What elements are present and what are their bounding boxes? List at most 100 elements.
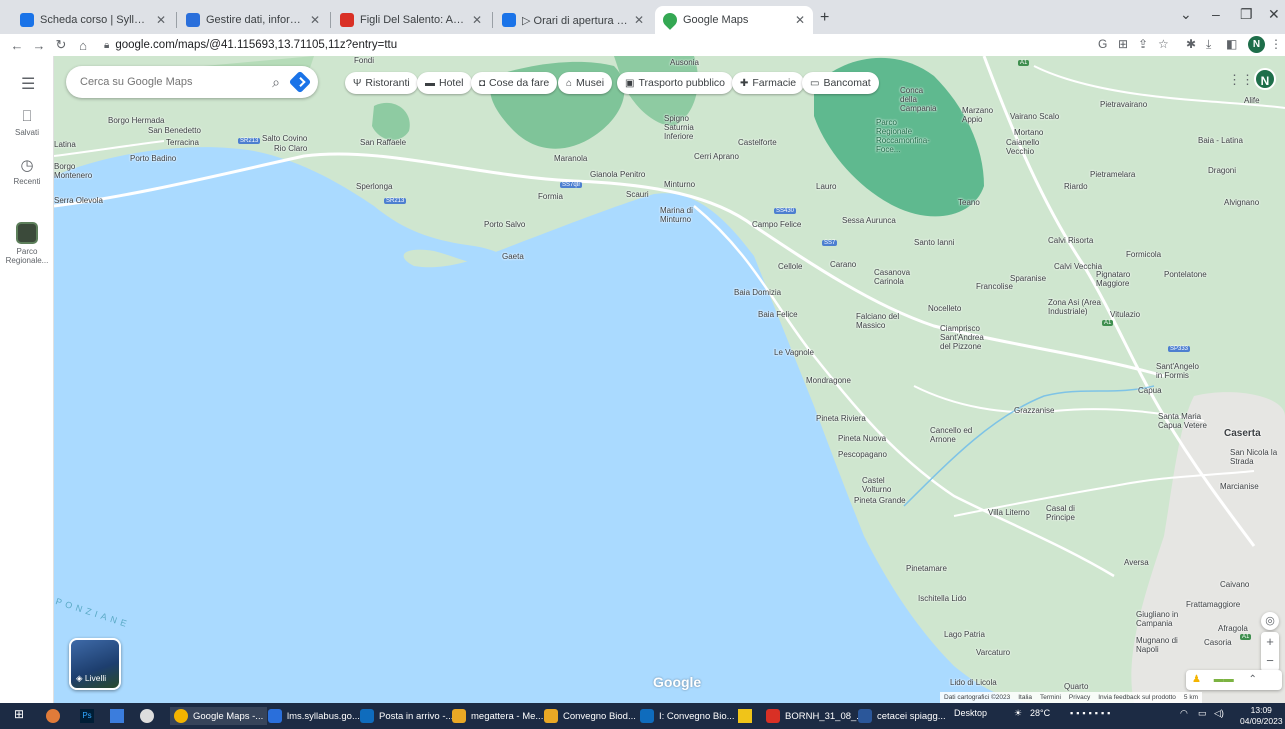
place-label[interactable]: Sparanise — [1010, 274, 1046, 283]
place-label[interactable]: Grazzanise — [1014, 406, 1054, 415]
chip-cose-da-fare[interactable]: ◘ Cose da fare — [471, 72, 558, 94]
window-close-icon[interactable]: ✕ — [1268, 6, 1280, 23]
place-label[interactable]: Zona Asi (Area Industriale) — [1048, 298, 1102, 316]
place-label[interactable]: Sant'Angelo in Formis — [1156, 362, 1200, 380]
place-label[interactable]: Mortano — [1014, 128, 1043, 137]
side-panel-icon[interactable]: ◧ — [1226, 37, 1237, 51]
place-label[interactable]: Le Vagnole — [774, 348, 814, 357]
place-label[interactable]: Quarto — [1064, 682, 1088, 691]
place-label[interactable]: Alife — [1244, 96, 1260, 105]
imagery-icon[interactable]: ▬▬ — [1214, 674, 1234, 685]
place-label[interactable]: Afragola — [1218, 624, 1248, 633]
place-label[interactable]: Cellole — [778, 262, 802, 271]
chip-musei[interactable]: ⌂ Musei — [558, 72, 613, 94]
taskbar-item-google-maps[interactable]: Google Maps -... — [170, 707, 268, 725]
place-label[interactable]: Mondragone — [806, 376, 851, 385]
taskbar-item-posta[interactable]: Posta in arrivo -... — [360, 707, 453, 725]
place-label[interactable]: Calvi Vecchia — [1054, 262, 1102, 271]
download-icon[interactable]: ⤓ — [1206, 37, 1211, 52]
place-label[interactable]: Penitro — [620, 170, 645, 179]
place-label[interactable]: Latina — [54, 140, 76, 149]
place-label[interactable]: Maranola — [554, 154, 587, 163]
taskbar-item-lms[interactable]: lms.syllabus.go... — [268, 707, 360, 725]
photoshop-icon[interactable]: Ps — [80, 709, 94, 723]
close-icon[interactable]: ✕ — [472, 13, 482, 27]
taskbar-item-cetacei[interactable]: cetacei spiagg... — [858, 707, 946, 725]
region-link[interactable]: Italia — [1018, 694, 1032, 701]
place-label[interactable]: Frattamaggiore — [1186, 600, 1240, 609]
back-icon[interactable]: ← — [6, 38, 28, 53]
chat-icon[interactable]: ▭ — [1198, 708, 1207, 719]
saved-button[interactable]: ⎕ Salvati — [0, 108, 54, 137]
place-label[interactable]: Dragoni — [1208, 166, 1236, 175]
place-label[interactable]: Varcaturo — [976, 648, 1010, 657]
place-label[interactable]: Pineta Nuova — [838, 434, 886, 443]
app-icon[interactable] — [140, 709, 154, 723]
place-label[interactable]: Campo Felice — [752, 220, 801, 229]
minimize-icon[interactable]: – — [1212, 6, 1220, 22]
menu-dots-icon[interactable]: ⋮ — [1270, 37, 1282, 51]
place-label[interactable]: San Raffaele — [360, 138, 406, 147]
place-label[interactable]: Formicola — [1126, 250, 1161, 259]
place-label[interactable]: Carano — [830, 260, 856, 269]
desktop-label[interactable]: Desktop — [954, 708, 987, 718]
place-label[interactable]: Lauro — [816, 182, 836, 191]
place-label[interactable]: Marina di Minturno — [660, 206, 700, 224]
place-label[interactable]: Teano — [958, 198, 980, 207]
place-label[interactable]: Villa Literno — [988, 508, 1030, 517]
place-label[interactable]: Porto Badino — [130, 154, 176, 163]
place-label[interactable]: Spigno Saturnia Inferiore — [664, 114, 708, 141]
search-input[interactable] — [80, 76, 273, 88]
place-label[interactable]: Conca della Campania — [900, 86, 940, 113]
place-label[interactable]: Aversa — [1124, 558, 1149, 567]
place-label[interactable]: Alvignano — [1224, 198, 1259, 207]
place-label[interactable]: Scauri — [626, 190, 649, 199]
place-label[interactable]: Porto Salvo — [484, 220, 525, 229]
tab-google-maps[interactable]: Google Maps ✕ — [655, 6, 813, 34]
place-label[interactable]: Caianello Vecchio — [1006, 138, 1042, 156]
tray-icons[interactable]: ▪▪▪▪▪▪▪ — [1070, 708, 1113, 718]
zoom-out-icon[interactable]: − — [1261, 651, 1279, 670]
address-bar[interactable]: 🔒︎ google.com/maps/@41.115693,13.71105,1… — [104, 35, 397, 55]
close-icon[interactable]: ✕ — [310, 13, 320, 27]
place-label[interactable]: Pietramelara — [1090, 170, 1135, 179]
place-label[interactable]: San Nicola la Strada — [1230, 448, 1280, 466]
place-label[interactable]: Ciamprisco Sant'Andrea del Pizzone — [940, 324, 990, 351]
layers-button[interactable]: ◈ Livelli — [69, 638, 121, 690]
app-icon[interactable] — [110, 709, 124, 723]
place-label[interactable]: Pineta Riviera — [816, 414, 866, 423]
place-label[interactable]: Pietravairano — [1100, 100, 1147, 109]
place-label[interactable]: Casoria — [1204, 638, 1232, 647]
place-label[interactable]: Riardo — [1064, 182, 1088, 191]
extensions-icon[interactable]: ✱ — [1186, 37, 1196, 51]
place-label[interactable]: Fondi — [354, 56, 374, 65]
google-icon[interactable]: G — [1098, 37, 1107, 51]
place-label[interactable]: Caserta — [1224, 428, 1261, 439]
close-icon[interactable]: ✕ — [634, 13, 644, 27]
place-label[interactable]: Ischitella Lido — [918, 594, 966, 603]
tab-orari-apertura[interactable]: ▷ Orari di apertura ,Diocesi di C ✕ — [494, 6, 652, 34]
expand-up-icon[interactable]: ⌃ — [1249, 674, 1257, 685]
place-label[interactable]: Parco Regionale Roccamonfina-Foce... — [876, 118, 934, 154]
chip-bancomat[interactable]: ▭ Bancomat — [802, 72, 879, 94]
place-label[interactable]: Francolise — [976, 282, 1013, 291]
place-label[interactable]: Casanova Carinola — [874, 268, 918, 286]
volume-icon[interactable]: ◁) — [1214, 708, 1224, 719]
place-label[interactable]: Pineta Grande — [854, 496, 906, 505]
place-label[interactable]: Marcianise — [1220, 482, 1259, 491]
taskbar-item-convegno-i[interactable]: I: Convegno Bio... — [640, 707, 735, 725]
bookmark-star-icon[interactable]: ☆ — [1158, 37, 1169, 51]
place-label[interactable]: Falciano del Massico — [856, 312, 906, 330]
place-label[interactable]: Pescopagano — [838, 450, 887, 459]
place-label[interactable]: Baia Felice — [758, 310, 798, 319]
home-icon[interactable]: ⌂ — [72, 38, 94, 53]
place-label[interactable]: Casal di Principe — [1046, 504, 1090, 522]
place-label[interactable]: Giugliano in Campania — [1136, 610, 1186, 628]
place-label[interactable]: Cancello ed Arnone — [930, 426, 974, 444]
chip-farmacie[interactable]: ✚ Farmacie — [732, 72, 805, 94]
pegman-icon[interactable]: ♟ — [1192, 674, 1201, 685]
directions-icon[interactable] — [288, 70, 312, 94]
place-label[interactable]: Borgo Montenero — [54, 162, 92, 180]
place-label[interactable]: Baia - Latina — [1198, 136, 1243, 145]
place-label[interactable]: Pinetamare — [906, 564, 947, 573]
